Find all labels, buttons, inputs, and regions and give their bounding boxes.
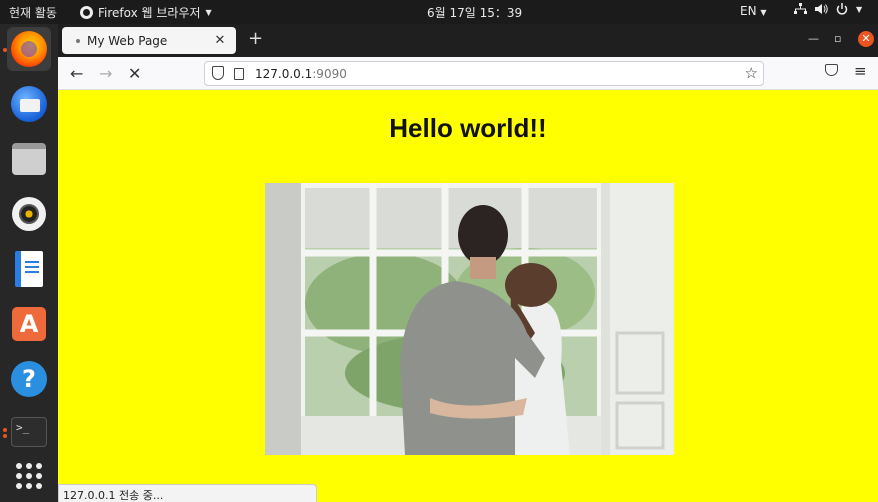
tab-my-web-page[interactable]: My Web Page ✕ xyxy=(62,27,236,54)
app-grid-icon xyxy=(16,463,42,489)
back-button[interactable]: ← xyxy=(70,64,83,83)
tab-bar: My Web Page ✕ + — ▫ ✕ xyxy=(58,24,878,57)
status-tooltip: 127.0.0.1 전송 중... xyxy=(58,484,317,502)
power-icon xyxy=(836,3,848,15)
shield-icon[interactable] xyxy=(212,66,224,80)
tab-title: My Web Page xyxy=(87,33,168,48)
restore-button[interactable]: ▫ xyxy=(834,32,841,45)
dock: A ? >_ xyxy=(0,24,58,502)
loading-dot-icon xyxy=(76,38,80,43)
dock-thunderbird[interactable] xyxy=(7,82,51,126)
help-icon: ? xyxy=(11,361,47,397)
url-port: :9090 xyxy=(312,67,347,81)
page-content: Hello world!! xyxy=(58,90,878,502)
activities-button[interactable]: 현재 활동 xyxy=(9,4,57,21)
thunderbird-icon xyxy=(11,86,47,122)
software-store-icon: A xyxy=(12,307,46,341)
show-applications-button[interactable] xyxy=(7,454,51,498)
clock[interactable]: 6월 17일 15：39 xyxy=(427,4,522,21)
dock-software[interactable]: A xyxy=(7,302,51,346)
dock-files[interactable] xyxy=(7,137,51,181)
forward-button[interactable]: → xyxy=(99,64,112,83)
tab-close-icon[interactable]: ✕ xyxy=(212,33,228,48)
photo-illustration xyxy=(265,183,674,455)
new-tab-button[interactable]: + xyxy=(248,30,263,48)
firefox-icon xyxy=(11,31,47,67)
language-indicator[interactable]: EN ▼ xyxy=(740,4,767,18)
system-top-bar: 현재 활동 Firefox 웹 브라우저 ▼ 6월 17일 15：39 EN ▼… xyxy=(0,0,878,24)
rhythmbox-icon xyxy=(12,197,46,231)
page-icon[interactable] xyxy=(234,68,244,80)
page-heading: Hello world!! xyxy=(389,113,547,143)
system-tray[interactable]: ▼ xyxy=(794,3,862,15)
pocket-icon[interactable] xyxy=(825,64,838,76)
dock-rhythmbox[interactable] xyxy=(7,192,51,236)
firefox-small-icon xyxy=(80,6,93,19)
url-text[interactable]: 127.0.0.1:9090 xyxy=(255,67,347,81)
bookmark-star-icon[interactable]: ☆ xyxy=(745,64,758,82)
files-icon xyxy=(12,143,46,175)
volume-icon xyxy=(815,4,828,14)
dock-help[interactable]: ? xyxy=(7,357,51,401)
navigation-toolbar: ← → ✕ 127.0.0.1:9090 ☆ ≡ xyxy=(58,57,878,90)
caret-down-icon: ▼ xyxy=(856,4,863,14)
network-icon xyxy=(794,3,807,14)
language-label: EN xyxy=(740,4,757,18)
couple-window-image xyxy=(265,183,674,455)
app-menu-label: Firefox 웹 브라우저 xyxy=(98,6,201,20)
hamburger-menu-icon[interactable]: ≡ xyxy=(854,62,867,80)
writer-icon xyxy=(15,251,43,287)
caret-down-icon: ▼ xyxy=(205,8,212,17)
terminal-icon: >_ xyxy=(11,417,47,447)
dock-writer[interactable] xyxy=(7,247,51,291)
dock-terminal[interactable]: >_ xyxy=(7,410,51,454)
url-host: 127.0.0.1 xyxy=(255,67,313,81)
caret-down-icon: ▼ xyxy=(760,8,767,17)
app-menu[interactable]: Firefox 웹 브라우저 ▼ xyxy=(80,4,212,21)
dock-firefox[interactable] xyxy=(7,27,51,71)
stop-loading-button[interactable]: ✕ xyxy=(128,64,141,83)
window-close-button[interactable]: ✕ xyxy=(858,31,874,47)
minimize-button[interactable]: — xyxy=(808,32,819,45)
address-bar[interactable]: 127.0.0.1:9090 ☆ xyxy=(204,61,764,86)
